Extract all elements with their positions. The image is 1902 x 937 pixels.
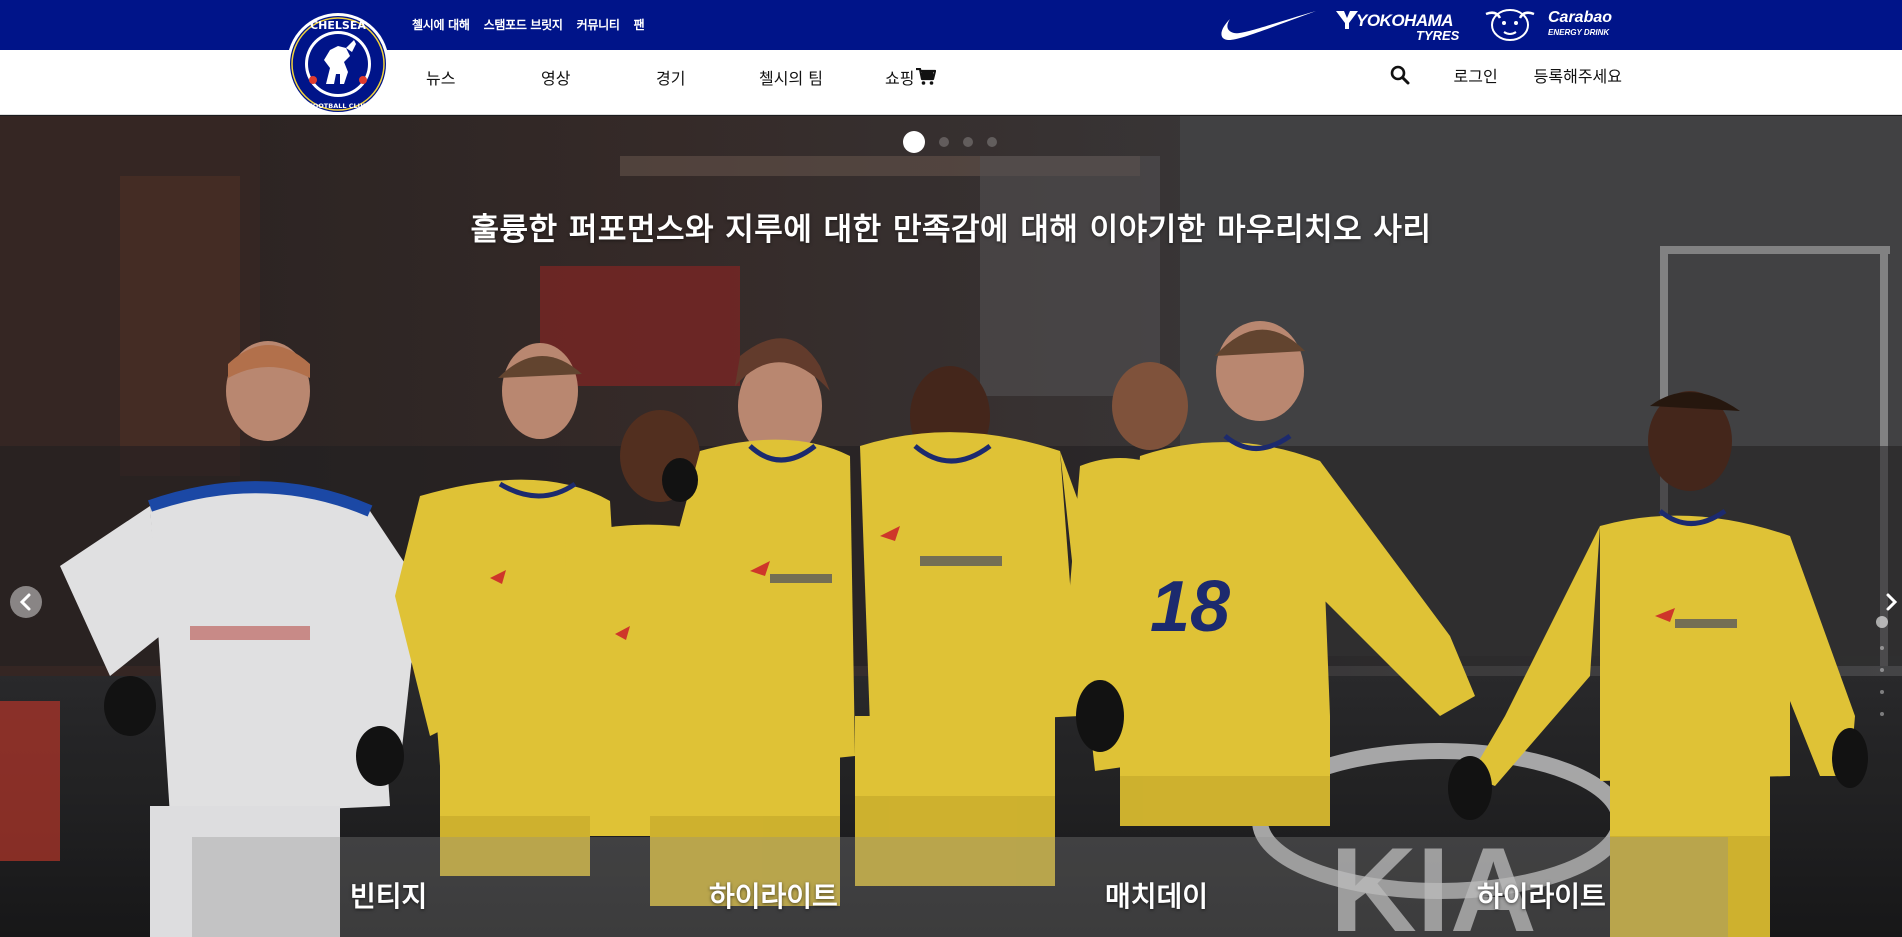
category-highlights-2[interactable]: 하이라이트	[1477, 875, 1606, 915]
crest-bottom-text: FOOTBALL CLUB	[308, 102, 367, 110]
yokohama-logo[interactable]: YOKOHAMA TYRES	[1336, 5, 1464, 45]
top-link-stadium[interactable]: 스탬포드 브릿지	[484, 16, 563, 33]
side-dot-1[interactable]	[1876, 616, 1888, 628]
nav-shop[interactable]: 쇼핑	[885, 65, 937, 89]
category-vintage[interactable]: 빈티지	[350, 875, 427, 915]
register-link[interactable]: 등록해주세요	[1534, 63, 1622, 87]
nav-news[interactable]: 뉴스	[426, 65, 541, 89]
carousel-next-button[interactable]	[1880, 586, 1902, 618]
nav-video[interactable]: 영상	[541, 65, 656, 89]
category-highlights[interactable]: 하이라이트	[709, 875, 838, 915]
nav-right: 로그인 등록해주세요	[1390, 63, 1622, 87]
carousel-pagination	[903, 131, 997, 153]
crest-top-text: CHELSEA	[310, 19, 366, 32]
nav-matches[interactable]: 경기	[656, 65, 759, 89]
hero-headline[interactable]: 훌륭한 퍼포먼스와 지루에 대한 만족감에 대해 이야기한 마우리치오 사리	[0, 204, 1902, 249]
yokohama-subtext: TYRES	[1416, 28, 1460, 43]
search-icon[interactable]	[1390, 65, 1410, 85]
chelsea-crest-logo[interactable]: CHELSEA FOOTBALL CLUB	[286, 12, 390, 116]
carousel-prev-button[interactable]	[10, 586, 42, 618]
top-link-about[interactable]: 첼시에 대해	[412, 16, 470, 33]
side-dot-2[interactable]	[1880, 646, 1884, 650]
hero-carousel: KIA 18 훌륭한 퍼포먼스와 지루에 대한 만족감에 대해 이야기한 마우리…	[0, 116, 1902, 937]
nav-teams[interactable]: 첼시의 팀	[759, 65, 885, 89]
main-nav: 뉴스 영상 경기 첼시의 팀 쇼핑	[426, 65, 937, 89]
carousel-dot-1[interactable]	[903, 131, 925, 153]
carousel-dot-3[interactable]	[963, 137, 973, 147]
chevron-right-icon	[1886, 593, 1898, 611]
nav-shop-label: 쇼핑	[885, 69, 915, 88]
nike-swoosh-logo[interactable]	[1212, 5, 1318, 45]
cart-icon	[916, 68, 937, 85]
category-matchday[interactable]: 매치데이	[1105, 875, 1208, 915]
side-dot-3[interactable]	[1880, 668, 1884, 672]
top-link-fans[interactable]: 팬	[634, 16, 645, 33]
top-links: 첼시에 대해 스탬포드 브릿지 커뮤니티 팬	[412, 16, 645, 33]
carabao-subtext: ENERGY DRINK	[1548, 28, 1610, 37]
side-dot-5[interactable]	[1880, 712, 1884, 716]
category-strip: 빈티지 하이라이트 매치데이 하이라이트	[192, 837, 1728, 937]
top-link-community[interactable]: 커뮤니티	[577, 16, 620, 33]
side-scroll-indicator	[1876, 616, 1888, 716]
login-link[interactable]: 로그인	[1454, 63, 1498, 87]
sponsor-logos: YOKOHAMA TYRES Carabao ENERGY DRINK	[1212, 5, 1622, 45]
carousel-dot-4[interactable]	[987, 137, 997, 147]
chevron-left-icon	[19, 593, 31, 611]
carabao-text: Carabao	[1548, 9, 1613, 26]
carousel-dot-2[interactable]	[939, 137, 949, 147]
bull-icon	[1485, 9, 1535, 41]
carabao-logo[interactable]: Carabao ENERGY DRINK	[1482, 5, 1622, 45]
side-dot-4[interactable]	[1880, 690, 1884, 694]
